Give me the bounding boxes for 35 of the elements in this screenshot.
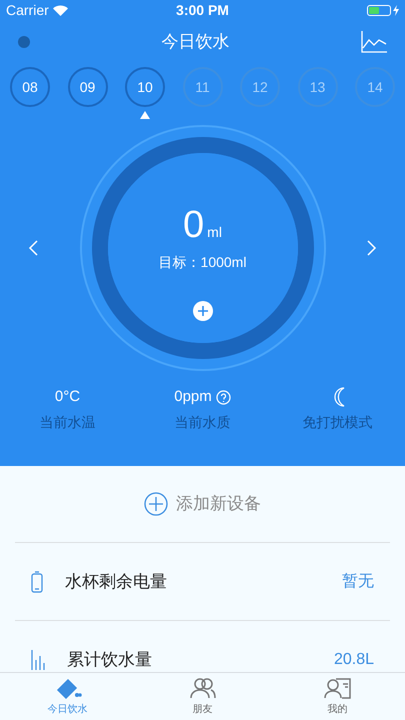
clock-text: 3:00 PM — [176, 0, 229, 20]
stat-label: 当前水温 — [40, 413, 96, 432]
people-icon — [188, 676, 216, 700]
goal-text: 目标：1000ml — [158, 253, 246, 272]
row-label: 累计饮水量 — [67, 648, 152, 671]
stat-label: 当前水质 — [174, 413, 230, 432]
chevron-left-icon[interactable] — [28, 240, 38, 256]
row-value: 暂无 — [342, 572, 374, 592]
row-label: 水杯剩余电量 — [65, 570, 167, 593]
battery-outline-icon — [31, 570, 43, 592]
add-device-button[interactable]: 添加新设备 — [15, 466, 390, 543]
line-chart-icon[interactable] — [361, 31, 387, 53]
row-value: 20.8L — [334, 650, 374, 670]
day-button[interactable]: 08 — [10, 67, 50, 107]
charging-icon — [392, 4, 399, 16]
stat-label: 免打扰模式 — [302, 413, 372, 432]
bar-chart-icon — [31, 650, 45, 670]
day-button[interactable]: 10 — [125, 67, 165, 107]
amount-text: 0 — [183, 206, 204, 244]
carrier-text: Carrier — [6, 0, 49, 20]
profile-card-icon — [324, 676, 352, 700]
tab-bar-item[interactable]: 朋友 — [135, 673, 270, 720]
tab-bar-item[interactable]: 今日饮水 — [0, 673, 135, 720]
stat-value: 0ppm — [174, 386, 212, 407]
chevron-right-icon[interactable] — [367, 240, 377, 256]
help-icon[interactable] — [216, 390, 231, 404]
wifi-icon — [52, 4, 68, 16]
page-title: 今日饮水 — [162, 31, 230, 54]
add-water-icon[interactable] — [192, 301, 212, 321]
stat-value: 0°C — [54, 386, 80, 407]
unit-text: ml — [207, 223, 222, 242]
battery-icon — [366, 4, 391, 16]
tab-bar-item[interactable]: 我的 — [270, 673, 405, 720]
day-button[interactable]: 09 — [68, 67, 108, 107]
plus-circle-icon — [144, 492, 168, 516]
